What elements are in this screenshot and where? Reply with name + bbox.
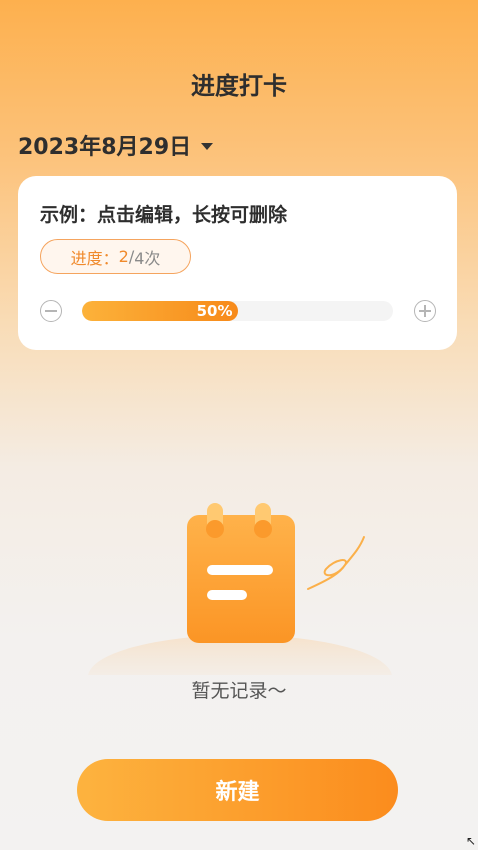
card-title: 示例：点击编辑，长按可删除 xyxy=(40,204,288,226)
plus-circle-icon[interactable] xyxy=(414,300,436,322)
minus-circle-icon[interactable] xyxy=(40,300,62,322)
empty-illustration xyxy=(88,503,392,675)
date-picker[interactable]: 2023年8月29日 xyxy=(18,129,214,161)
empty-state-text: 暂无记录～ xyxy=(191,680,287,702)
progress-fill: 50% xyxy=(82,301,238,321)
date-value: 2023年8月29日 xyxy=(18,135,192,160)
badge-current: 2 xyxy=(118,247,129,266)
badge-label: 进度： xyxy=(70,248,119,268)
new-button[interactable]: 新建 xyxy=(77,759,398,821)
progress-percent: 50% xyxy=(196,302,233,320)
resize-arrow-icon: ↖ xyxy=(465,834,476,848)
notepad-icon xyxy=(187,503,295,643)
page-title: 进度打卡 xyxy=(191,72,287,100)
progress-bar: 50% xyxy=(82,301,393,321)
decor-swirl xyxy=(307,536,365,590)
progress-card[interactable]: 示例：点击编辑，长按可删除 进度： 2 / 4次 50% xyxy=(18,176,457,350)
caret-down-icon xyxy=(201,142,214,150)
progress-badge: 进度： 2 / 4次 xyxy=(40,239,191,274)
badge-total: 4次 xyxy=(134,248,161,268)
